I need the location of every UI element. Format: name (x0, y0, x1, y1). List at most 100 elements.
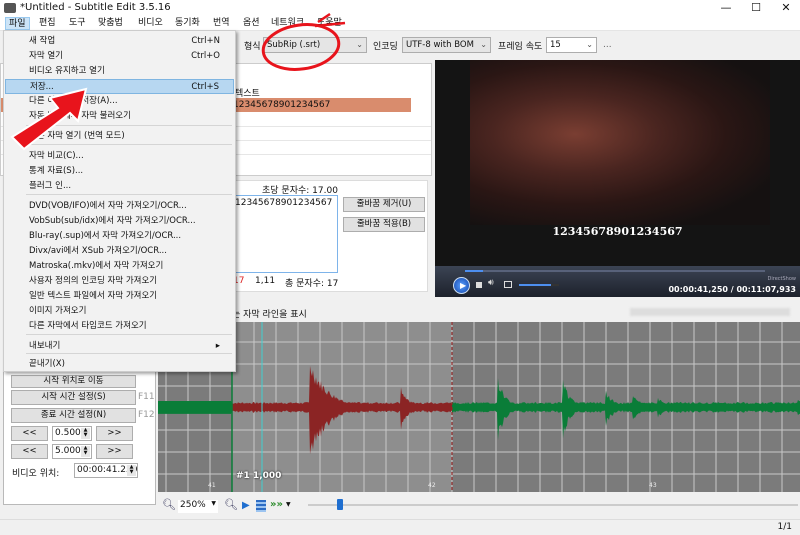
menu-item[interactable]: 플러그 인... (5, 179, 234, 194)
volume-level (519, 284, 551, 286)
menu-sync[interactable]: 동기화 (172, 17, 203, 30)
menu-edit[interactable]: 편집 (36, 17, 59, 30)
menu-item[interactable]: VobSub(sub/idx)에서 자막 가져오기/OCR... (5, 214, 234, 229)
spin-arrows-icon[interactable]: ▲ ▼ (81, 446, 90, 457)
dropdown-arrow-icon[interactable]: ▼ (286, 501, 291, 508)
menu-item-label: 내보내기 (29, 341, 61, 351)
menu-item-label: 다른 자막에서 타임코드 가져오기 (29, 321, 147, 331)
menu-translate[interactable]: 번역 (210, 17, 233, 30)
play-icon: ▶ (460, 281, 467, 290)
menu-item[interactable]: Blu-ray(.sup)에서 자막 가져오기/OCR... (5, 229, 234, 244)
menu-item[interactable]: 비디오 유지하고 열기 (5, 64, 234, 79)
menu-options[interactable]: 옵션 (240, 17, 263, 30)
menu-item[interactable]: 이미지 가져오기 (5, 304, 234, 319)
file-menu-dropdown: 새 작업 Ctrl+N 자막 열기 Ctrl+O 비디오 유지하고 열기저장... Ctr… (3, 30, 236, 372)
menu-item[interactable]: 새 작업 Ctrl+N (5, 34, 234, 49)
play-selection-icon[interactable]: ▶ (242, 500, 250, 511)
menu-file[interactable]: 파일 (5, 17, 30, 30)
video-frames-icon[interactable] (256, 500, 266, 512)
menu-item[interactable]: 사용자 정의의 인코딩 자막 가져오기 (5, 274, 234, 289)
set-end-shortcut: F12 (138, 410, 155, 420)
menu-video[interactable]: 비디오 (135, 17, 166, 30)
menu-item-shortcut: Ctrl+N (191, 36, 220, 46)
menu-item[interactable]: 자동 백업에서 자막 불러오기 (5, 109, 234, 124)
video-position-input[interactable]: 00:00:41.250 ▲ ▼ (74, 463, 138, 478)
step-forward-button[interactable]: >> (96, 426, 133, 441)
minimize-button[interactable]: — (712, 0, 740, 16)
menu-item[interactable]: 통계 자료(S)... (5, 164, 234, 179)
step-back-large-button[interactable]: << (11, 444, 48, 459)
subtitle-marker: #1 1,000 (236, 471, 282, 481)
menu-item[interactable]: Matroska(.mkv)에서 자막 가져오기 (5, 259, 234, 274)
menu-item-label: Divx/avi에서 XSub 가져오기/OCR... (29, 246, 167, 256)
encoding-select[interactable]: UTF-8 with BOM ⌄ (402, 37, 491, 53)
goto-start-button[interactable]: 시작 위치로 이동 (11, 375, 136, 388)
app-icon (4, 3, 16, 13)
subtitle-text-value: 12345678901234567 (235, 198, 333, 208)
spin-arrows-icon[interactable]: ▲ ▼ (127, 465, 136, 476)
menu-network[interactable]: 네트워크 (268, 17, 307, 30)
stop-button[interactable] (476, 282, 482, 288)
menu-help[interactable]: 도움말 (314, 17, 345, 30)
step-large-input[interactable]: 5.000 ▲ ▼ (52, 444, 92, 459)
seek-bar[interactable] (465, 270, 765, 272)
menu-item[interactable]: 내보내기 ▸ (5, 339, 234, 354)
total-chars: 총 문자수: 17 (285, 279, 339, 289)
menu-spellcheck[interactable]: 맞춤법 (95, 17, 126, 30)
tick-label: 43 (649, 482, 657, 489)
audio-waveform[interactable] (158, 322, 800, 492)
zoom-out-icon[interactable]: 🔍︎ (162, 498, 176, 511)
auto-break-button[interactable]: 줄바꿈 적용(B) (343, 217, 425, 232)
menu-item-label: 사용자 정의의 인코딩 자막 가져오기 (29, 276, 158, 286)
step-forward-large-button[interactable]: >> (96, 444, 133, 459)
menu-item[interactable]: 일반 텍스트 파일에서 자막 가져오기 (5, 289, 234, 304)
step-back-button[interactable]: << (11, 426, 48, 441)
blurred-info (630, 308, 790, 316)
tick-label: 42 (428, 482, 436, 489)
framerate-select[interactable]: 15 ⌄ (546, 37, 597, 53)
chevron-down-icon: ⌄ (586, 40, 593, 49)
menu-item[interactable]: 다른 자막에서 타임코드 가져오기 (5, 319, 234, 334)
menu-item-label: VobSub(sub/idx)에서 자막 가져오기/OCR... (29, 216, 196, 226)
volume-slider[interactable] (519, 284, 559, 286)
slider-thumb[interactable] (337, 499, 343, 510)
row-text: 12345678901234567 (233, 100, 331, 110)
menu-item[interactable]: 끝내기(X) (5, 357, 234, 372)
fullscreen-button[interactable] (504, 281, 512, 288)
window-title: *Untitled - Subtitle Edit 3.5.16 (20, 2, 171, 13)
next-arrows-icon[interactable]: »» (270, 499, 283, 510)
close-button[interactable]: ✕ (772, 0, 800, 16)
play-button[interactable]: ▶ (453, 277, 470, 294)
menu-item[interactable]: 자막 비교(C)... (5, 149, 234, 164)
menu-item[interactable]: Divx/avi에서 XSub 가져오기/OCR... (5, 244, 234, 259)
subtitle-text-input[interactable]: 12345678901234567 (232, 195, 338, 273)
video-time: 00:00:41,250 / 00:11:07,933 (668, 285, 796, 294)
menu-separator (26, 144, 232, 145)
spin-arrows-icon[interactable]: ▲ ▼ (81, 428, 90, 439)
video-player[interactable]: 12345678901234567 ▶ 🔊︎ DirectShow 00:00:… (435, 60, 800, 297)
more-button[interactable]: ... (603, 40, 612, 50)
step-small-value: 0.500 (55, 428, 81, 438)
zoom-select[interactable]: 250% ▼ (178, 500, 218, 513)
dropdown-arrow-icon: ▼ (211, 500, 216, 507)
subtitle-counter: 1/1 (777, 522, 792, 532)
zoom-value: 250% (180, 500, 206, 510)
zoom-in-icon[interactable]: 🔍︎ (224, 498, 238, 511)
step-small-input[interactable]: 0.500 ▲ ▼ (52, 426, 92, 441)
waveform-position-slider[interactable] (308, 504, 798, 506)
menu-item[interactable]: 다른 이름으로 저장(A)... (5, 94, 234, 109)
remove-line-breaks-button[interactable]: 줄바꿈 제거(U) (343, 197, 425, 212)
menu-item[interactable]: 자막 열기 Ctrl+O (5, 49, 234, 64)
menu-bar: 파일 편집 도구 맞춤법 비디오 동기화 번역 옵션 네트워크 도움말 (0, 16, 800, 31)
maximize-button[interactable]: ☐ (742, 0, 770, 16)
menu-item[interactable]: 원본 자막 열기 (번역 모드) (5, 129, 234, 144)
volume-icon[interactable]: 🔊︎ (488, 278, 494, 288)
menu-tools[interactable]: 도구 (66, 17, 89, 30)
menu-item-label: 비디오 유지하고 열기 (29, 66, 105, 76)
menu-item[interactable]: DVD(VOB/IFO)에서 자막 가져오기/OCR... (5, 199, 234, 214)
set-start-button[interactable]: 시작 시간 설정(S) (11, 390, 136, 405)
set-end-button[interactable]: 종료 시간 설정(N) (11, 408, 136, 423)
tick-label: 41 (208, 482, 216, 489)
menu-item[interactable]: 저장... Ctrl+S (5, 79, 234, 94)
format-select[interactable]: SubRip (.srt) ⌄ (263, 37, 367, 53)
